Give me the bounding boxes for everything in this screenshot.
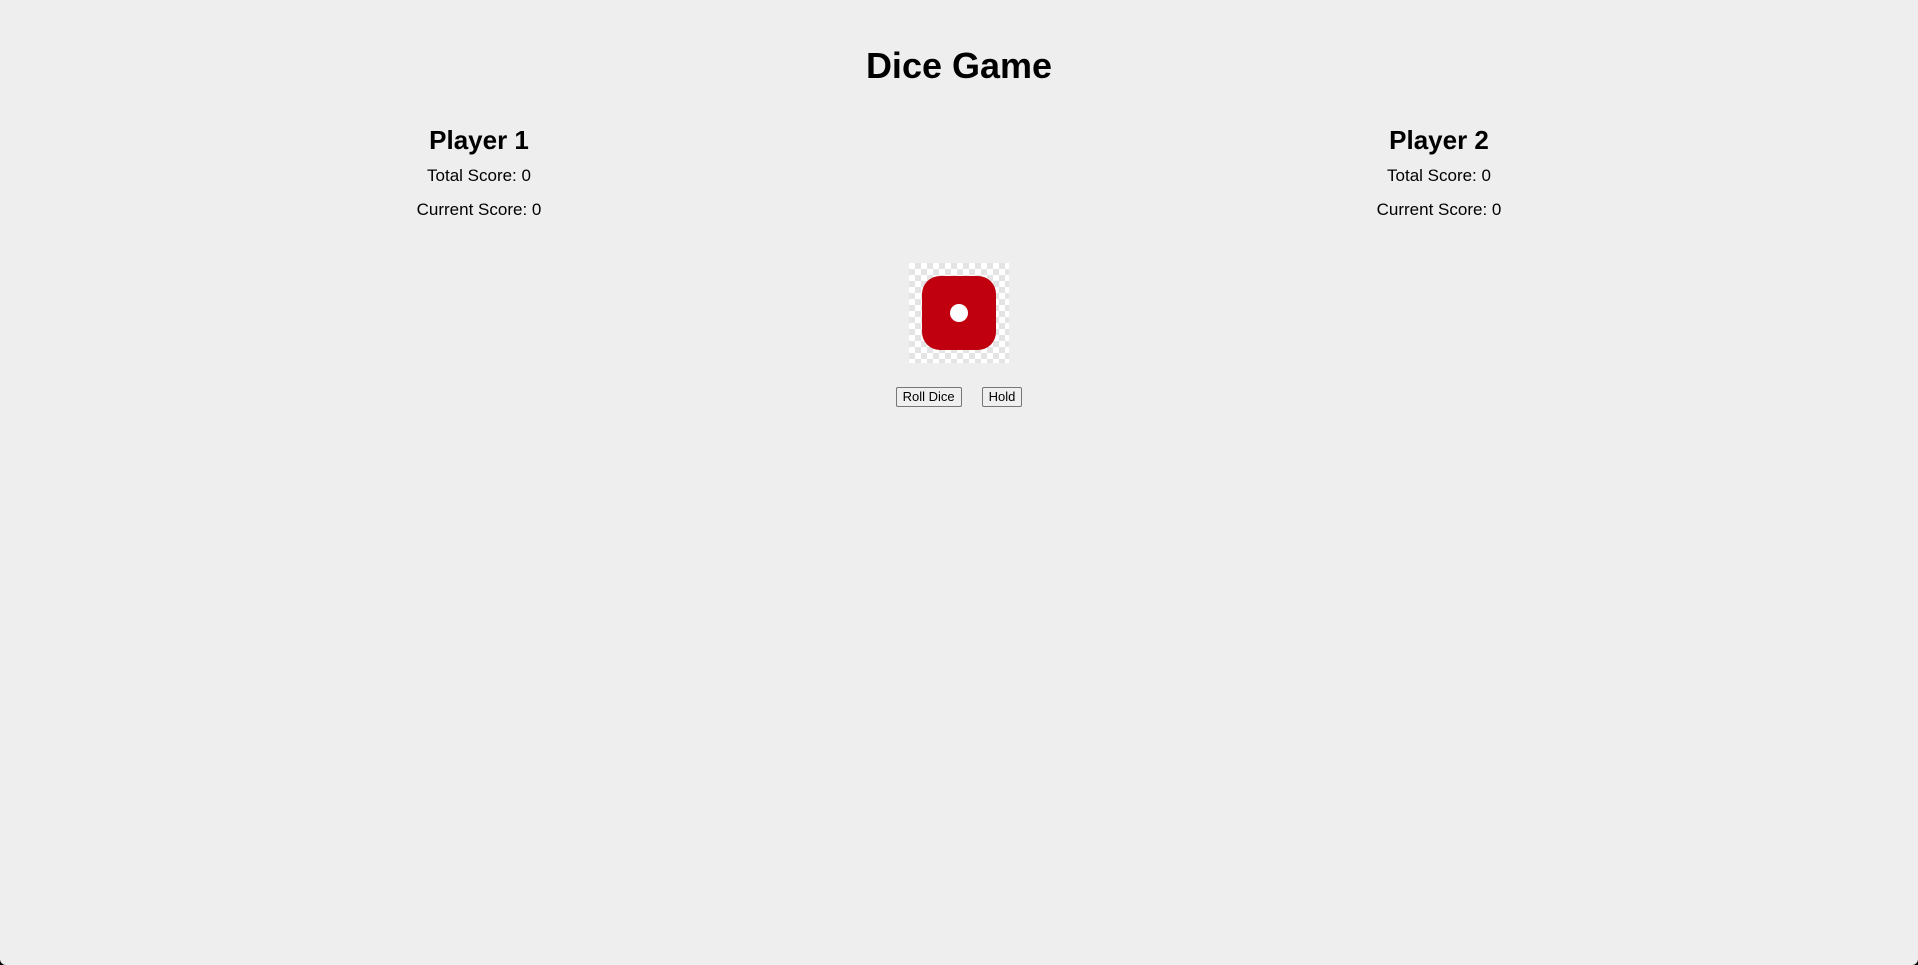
game-page: Dice Game Player 1 Total Score: 0 Curren… [0,0,1918,965]
total-score-value: 0 [521,166,531,185]
current-score-value: 0 [531,200,542,219]
player-2-panel: Player 2 Total Score: 0 Current Score: 0 [1239,124,1639,220]
total-score-value: 0 [1481,166,1491,185]
player-1-total-score: Total Score: 0 [279,166,679,186]
current-score-value: 0 [1491,200,1502,219]
dice-image [909,263,1009,363]
player-2-name: Player 2 [1389,125,1489,155]
die-face-one-icon [922,276,996,350]
hold-button[interactable]: Hold [981,387,1023,407]
player-2-current-score: Current Score: 0 [1239,200,1639,220]
player-1-name: Player 1 [429,125,529,155]
player-2-total-score: Total Score: 0 [1239,166,1639,186]
die-pip [950,304,968,322]
total-score-label: Total Score: [427,166,522,185]
player-1-current-score: Current Score: 0 [279,200,679,220]
game-controls: Roll Dice Hold [0,387,1918,407]
current-score-label: Current Score: [1376,200,1492,219]
player-1-panel: Player 1 Total Score: 0 Current Score: 0 [279,124,679,220]
total-score-label: Total Score: [1387,166,1482,185]
current-score-label: Current Score: [416,200,532,219]
page-title: Dice Game [865,45,1053,86]
roll-dice-button[interactable]: Roll Dice [895,387,962,407]
